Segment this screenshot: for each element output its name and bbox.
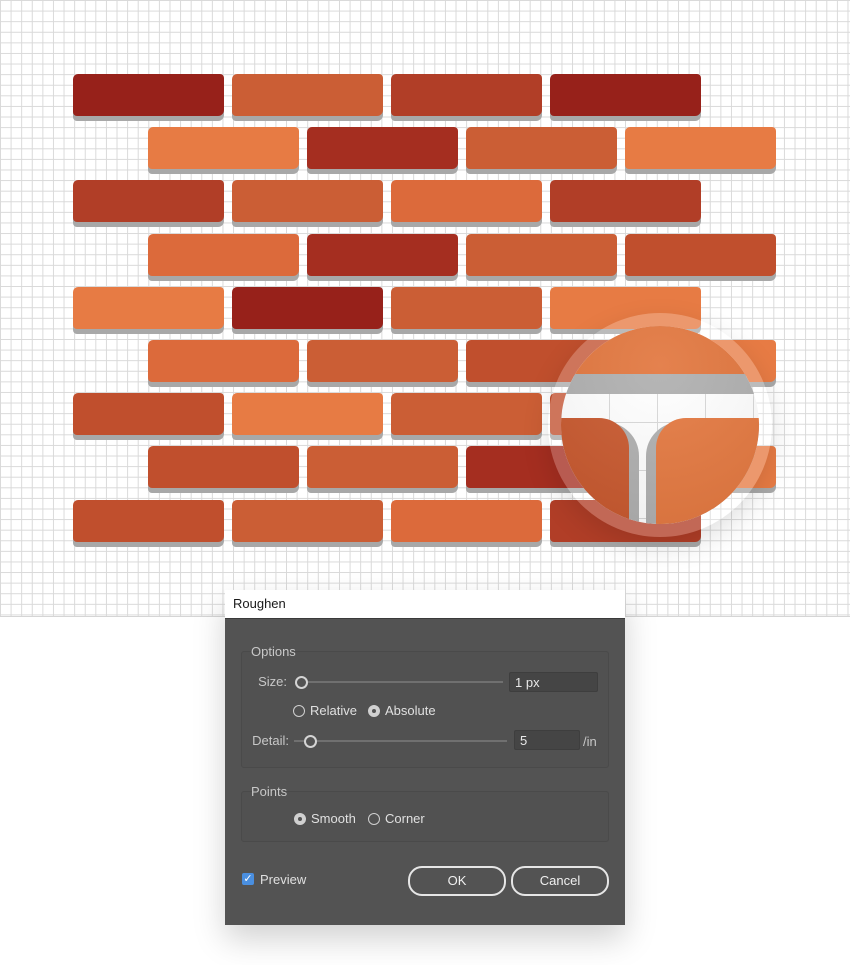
brick (391, 74, 542, 116)
cancel-button[interactable]: Cancel (511, 866, 609, 896)
brick (391, 180, 542, 222)
brick (550, 74, 701, 116)
dialog-body: Options Size: 1 px Relative Absolute Det… (225, 619, 625, 925)
preview-checkbox[interactable]: ✓ (242, 873, 254, 885)
points-group-label: Points (251, 784, 288, 799)
brick (391, 287, 542, 329)
brick (307, 446, 458, 488)
preview-label[interactable]: Preview (260, 872, 306, 887)
brick (148, 340, 299, 382)
size-input[interactable]: 1 px (509, 672, 598, 692)
artboard-canvas (0, 0, 850, 617)
corner-label[interactable]: Corner (385, 811, 425, 826)
options-group-label: Options (251, 644, 296, 659)
detail-slider-track[interactable] (294, 740, 507, 742)
brick (232, 180, 383, 222)
dialog-title: Roughen (225, 590, 625, 619)
brick (625, 234, 776, 276)
smooth-radio[interactable] (294, 813, 306, 825)
relative-label[interactable]: Relative (310, 703, 357, 718)
smooth-label[interactable]: Smooth (311, 811, 356, 826)
brick (73, 500, 224, 542)
detail-input[interactable]: 5 (514, 730, 580, 750)
brick (73, 180, 224, 222)
ok-button[interactable]: OK (408, 866, 506, 896)
size-label: Size: (258, 674, 287, 689)
brick (73, 74, 224, 116)
absolute-label[interactable]: Absolute (385, 703, 436, 718)
brick (232, 74, 383, 116)
brick (148, 127, 299, 169)
brick (148, 446, 299, 488)
brick (307, 340, 458, 382)
brick (148, 234, 299, 276)
brick (232, 287, 383, 329)
lens-gloss (561, 326, 759, 524)
magnifier-lens (548, 313, 772, 537)
roughen-dialog: Roughen Options Size: 1 px Relative Abso… (225, 590, 625, 925)
brick (391, 500, 542, 542)
relative-radio[interactable] (293, 705, 305, 717)
brick (232, 500, 383, 542)
brick (466, 234, 617, 276)
brick (550, 180, 701, 222)
corner-radio[interactable] (368, 813, 380, 825)
absolute-radio[interactable] (368, 705, 380, 717)
brick (232, 393, 383, 435)
magnified-view (561, 326, 759, 524)
brick (307, 234, 458, 276)
detail-label: Detail: (252, 733, 289, 748)
brick (466, 127, 617, 169)
brick (391, 393, 542, 435)
brick (73, 393, 224, 435)
brick (307, 127, 458, 169)
size-slider-track[interactable] (297, 681, 503, 683)
detail-slider-knob[interactable] (303, 735, 317, 748)
brick (625, 127, 776, 169)
size-slider-knob[interactable] (295, 676, 308, 689)
brick (73, 287, 224, 329)
detail-unit: /in (583, 734, 597, 749)
